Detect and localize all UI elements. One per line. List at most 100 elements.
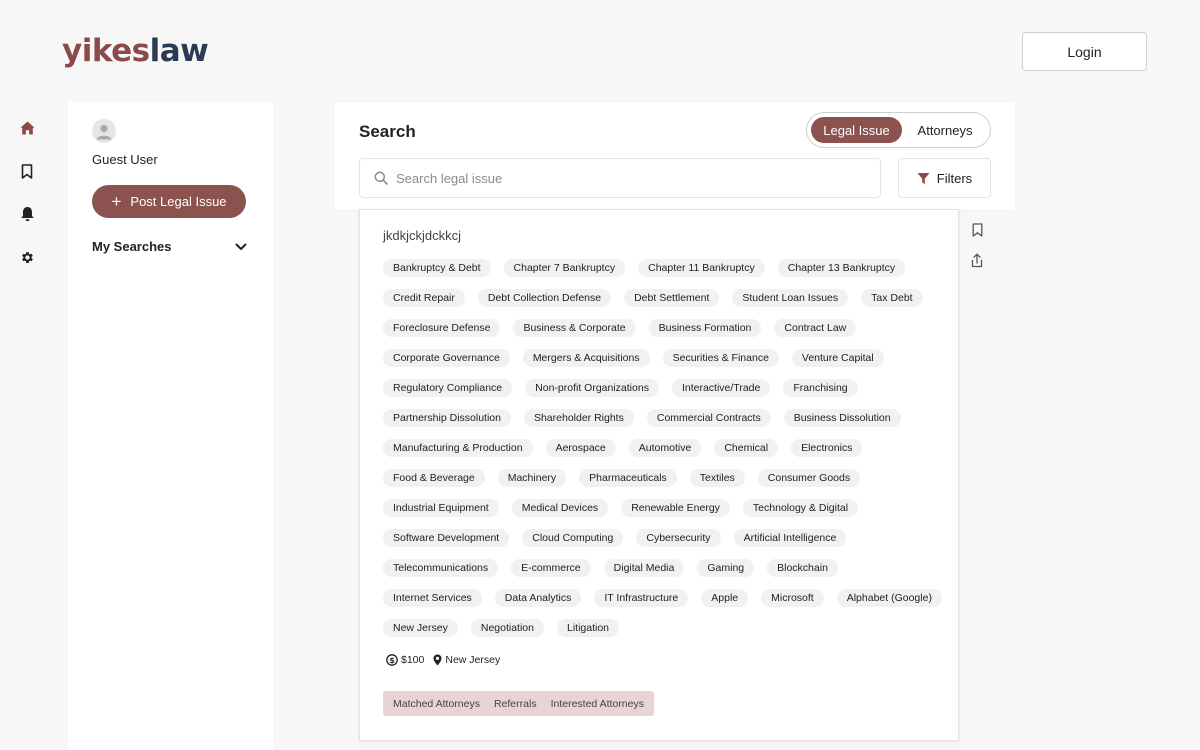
tag-chip[interactable]: Interactive/Trade [671,379,771,397]
tag-chip[interactable]: Digital Media [603,559,685,577]
tag-chip[interactable]: Microsoft [761,589,824,607]
tag-chip[interactable]: Chapter 13 Bankruptcy [777,259,906,277]
plus-icon: + [111,192,122,211]
tag-list: Bankruptcy & Debt Chapter 7 Bankruptcy Cha… [383,259,943,637]
search-box [359,158,881,198]
dollar-icon: $ [386,654,398,666]
tag-chip[interactable]: Automotive [628,439,702,457]
subtab-referrals[interactable]: Referrals [494,698,537,710]
tag-chip[interactable]: Business Dissolution [783,409,901,427]
toggle-legal-issue[interactable]: Legal Issue [811,117,902,143]
tag-chip[interactable]: Litigation [556,619,620,637]
tag-chip[interactable]: Technology & Digital [742,499,859,517]
post-legal-issue-button[interactable]: + Post Legal Issue [92,185,246,218]
tag-chip[interactable]: Corporate Governance [383,349,510,367]
tag-chip[interactable]: Non-profit Organizations [525,379,659,397]
icon-rail [0,100,53,750]
tag-chip[interactable]: Gaming [697,559,755,577]
tag-chip[interactable]: Consumer Goods [757,469,861,487]
tag-chip[interactable]: Business & Corporate [513,319,636,337]
tag-chip[interactable]: Machinery [497,469,567,487]
tag-chip[interactable]: Renewable Energy [621,499,730,517]
tag-chip[interactable]: Credit Repair [383,289,465,307]
tag-chip[interactable]: Software Development [383,529,510,547]
location-item: New Jersey [433,654,500,666]
home-icon[interactable] [17,118,37,138]
legal-issue-card[interactable]: jkdkjckjdckkcj Bankruptcy & Debt Chapter … [359,209,959,741]
logo-part-1: yikes [62,33,150,69]
tag-chip[interactable]: Data Analytics [494,589,582,607]
tag-chip[interactable]: Venture Capital [791,349,884,367]
tag-chip[interactable]: Blockchain [767,559,838,577]
tag-chip[interactable]: Industrial Equipment [383,499,499,517]
tag-chip[interactable]: Food & Beverage [383,469,485,487]
subtab-interested-attorneys[interactable]: Interested Attorneys [551,698,644,710]
subtab-matched-attorneys[interactable]: Matched Attorneys [393,698,480,710]
tag-chip[interactable]: Chapter 7 Bankruptcy [503,259,626,277]
issue-meta: $ $100 New Jersey [386,654,509,666]
tag-chip[interactable]: Chemical [714,439,779,457]
tag-chip[interactable]: Telecommunications [383,559,499,577]
tag-chip[interactable]: Manufacturing & Production [383,439,533,457]
share-icon[interactable] [969,252,985,268]
tag-chip[interactable]: Cloud Computing [522,529,624,547]
tag-chip[interactable]: Foreclosure Defense [383,319,501,337]
tag-chip[interactable]: Mergers & Acquisitions [522,349,650,367]
search-title: Search [359,122,416,141]
search-input[interactable] [396,170,866,186]
tag-chip[interactable]: Apple [701,589,749,607]
tag-chip[interactable]: Electronics [791,439,863,457]
tag-chip[interactable]: Debt Collection Defense [477,289,612,307]
tag-chip[interactable]: Textiles [689,469,745,487]
search-type-toggle: Legal Issue Attorneys [806,112,991,148]
svg-text:$: $ [389,656,395,665]
toggle-attorneys[interactable]: Attorneys [904,117,986,143]
legal-issue-title: jkdkjckjdckkcj [383,228,462,243]
tag-chip[interactable]: Shareholder Rights [523,409,634,427]
post-legal-issue-label: Post Legal Issue [130,194,227,209]
tag-chip[interactable]: Business Formation [648,319,762,337]
price-item: $ $100 [386,654,424,666]
tag-chip[interactable]: Securities & Finance [662,349,779,367]
card-subtabs: Matched Attorneys Referrals Interested A… [383,691,654,716]
tag-chip[interactable]: Partnership Dissolution [383,409,511,427]
tag-chip[interactable]: Pharmaceuticals [579,469,677,487]
tag-chip[interactable]: Cybersecurity [636,529,721,547]
tag-chip[interactable]: Regulatory Compliance [383,379,513,397]
tag-chip[interactable]: Franchising [783,379,858,397]
location-pin-icon [433,654,442,666]
tag-chip[interactable]: Alphabet (Google) [836,589,942,607]
login-button[interactable]: Login [1022,32,1147,71]
my-searches-toggle[interactable]: My Searches [92,239,247,254]
search-icon [374,171,388,185]
tag-chip[interactable]: Commercial Contracts [646,409,771,427]
gear-icon[interactable] [17,247,37,267]
filters-label: Filters [936,170,973,186]
tag-chip[interactable]: Bankruptcy & Debt [383,259,491,277]
tag-chip[interactable]: New Jersey [383,619,458,637]
location-value: New Jersey [445,654,501,666]
chevron-down-icon [235,243,247,250]
tag-chip[interactable]: E-commerce [511,559,591,577]
search-panel: Search Legal Issue Attorneys Filters [335,103,1015,209]
tag-chip[interactable]: Debt Settlement [624,289,720,307]
tag-chip[interactable]: Medical Devices [511,499,609,517]
logo[interactable]: yikeslaw [62,33,209,69]
bookmark-icon[interactable] [17,161,37,181]
tag-chip[interactable]: Student Loan Issues [732,289,849,307]
tag-chip[interactable]: IT Infrastructure [594,589,689,607]
tag-chip[interactable]: Internet Services [383,589,482,607]
tag-chip[interactable]: Tax Debt [861,289,923,307]
filters-button[interactable]: Filters [898,158,991,198]
tag-chip[interactable]: Contract Law [774,319,857,337]
tag-chip[interactable]: Chapter 11 Bankruptcy [638,259,765,277]
bookmark-icon[interactable] [969,222,985,238]
tag-chip[interactable]: Artificial Intelligence [733,529,847,547]
filter-icon [917,172,930,184]
bell-icon[interactable] [17,204,37,224]
user-name: Guest User [92,152,158,167]
price-value: $100 [401,654,425,666]
tag-chip[interactable]: Negotiation [470,619,544,637]
avatar[interactable] [92,119,116,143]
tag-chip[interactable]: Aerospace [545,439,616,457]
